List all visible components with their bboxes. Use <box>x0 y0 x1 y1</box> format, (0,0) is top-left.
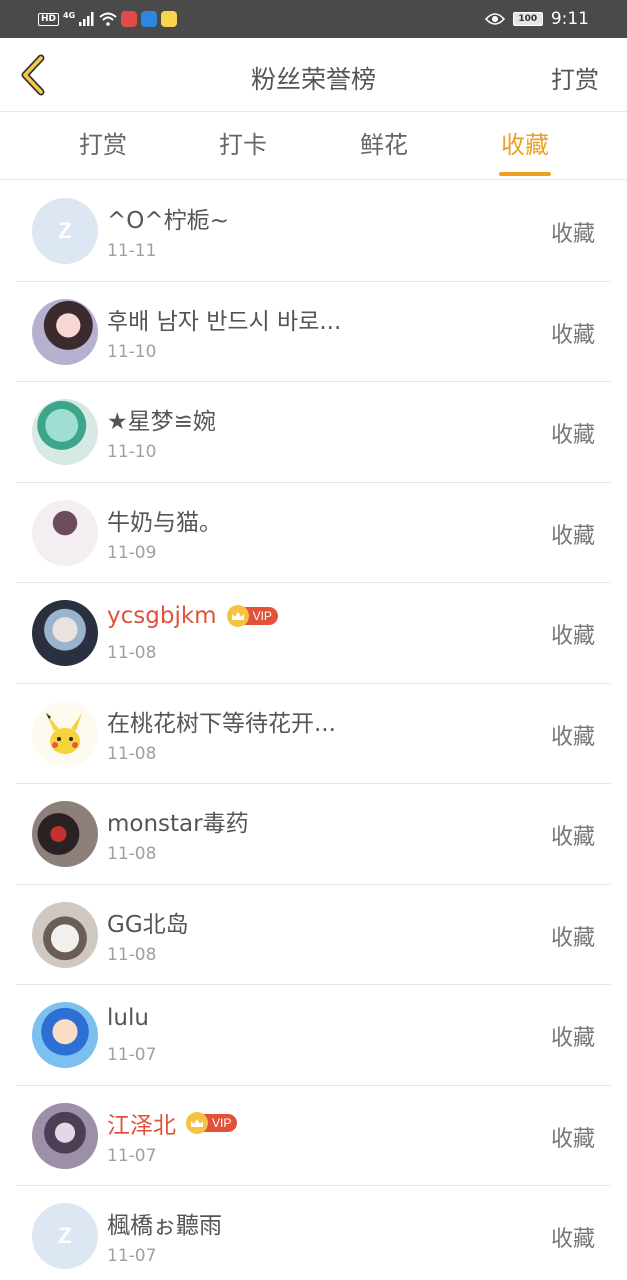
avatar <box>32 298 98 365</box>
app-notification-icon <box>121 11 138 27</box>
default-avatar-icon: Z <box>58 1223 72 1248</box>
list-item[interactable]: 牛奶与猫。 11-09 收藏 <box>16 483 611 583</box>
avatar: Z <box>32 198 98 264</box>
date: 11-08 <box>107 844 157 864</box>
tab-reward[interactable]: 打赏 <box>48 112 158 180</box>
user-name: monstar毒药 <box>107 811 249 837</box>
battery-icon: 100 <box>512 12 543 26</box>
action-label: 收藏 <box>550 1227 595 1252</box>
date: 11-11 <box>107 241 157 261</box>
avatar <box>32 600 98 666</box>
network-type: 4G <box>63 10 76 20</box>
status-left: HD 4G <box>38 10 178 28</box>
user-name: 楓橋ぉ聽雨 <box>107 1213 222 1239</box>
tab-flowers[interactable]: 鲜花 <box>329 112 439 180</box>
user-name: lulu <box>107 1005 149 1031</box>
action-label: 收藏 <box>550 423 595 448</box>
action-label: 收藏 <box>550 523 595 549</box>
action-label: 收藏 <box>550 825 595 850</box>
eye-icon <box>484 13 505 25</box>
date: 11-07 <box>107 1045 157 1065</box>
tab-label: 打赏 <box>79 131 127 159</box>
pikachu-avatar-icon <box>46 712 82 754</box>
action-label: 收藏 <box>550 1026 595 1051</box>
avatar <box>32 901 98 968</box>
user-name: ycsgbjkm VIP <box>107 603 278 629</box>
user-name: ★星梦≌婉 <box>107 409 216 435</box>
avatar <box>32 1102 98 1169</box>
tab-checkin[interactable]: 打卡 <box>188 112 298 180</box>
tab-active-indicator <box>499 172 551 176</box>
page-title: 粉丝荣誉榜 <box>250 65 376 94</box>
default-avatar-icon: Z <box>58 218 72 243</box>
date: 11-07 <box>107 1145 157 1166</box>
status-right: 100 9:11 <box>484 8 589 30</box>
user-name: 후배 남자 반드시 바로... <box>107 308 342 335</box>
avatar <box>32 801 98 867</box>
list-item[interactable]: lulu 11-07 收藏 <box>16 985 611 1086</box>
clock: 9:11 <box>550 9 589 29</box>
hd-indicator: HD <box>38 12 60 26</box>
date: 11-08 <box>107 743 157 764</box>
avatar <box>32 499 98 566</box>
reward-button[interactable]: 打赏 <box>551 60 599 95</box>
vip-badge: VIP <box>186 1111 238 1134</box>
action-label: 收藏 <box>550 624 595 649</box>
user-name: 江泽北 VIP <box>107 1106 238 1140</box>
list-item[interactable]: GG北岛 11-08 收藏 <box>16 885 611 985</box>
action-label: 收藏 <box>550 222 595 247</box>
tab-label: 打卡 <box>219 131 267 159</box>
vip-badge: VIP <box>226 605 278 627</box>
user-name: GG北岛 <box>107 911 189 938</box>
tab-bar: 打赏 打卡 鲜花 收藏 <box>0 112 627 180</box>
crown-icon <box>226 605 249 627</box>
signal-icon <box>79 12 94 26</box>
user-name: 在桃花树下等待花开... <box>107 710 336 737</box>
user-name: 牛奶与猫。 <box>107 509 222 536</box>
date: 11-10 <box>107 341 157 362</box>
date: 11-08 <box>107 944 157 965</box>
date: 11-07 <box>107 1246 157 1266</box>
list-item[interactable]: 在桃花树下等待花开... 11-08 收藏 <box>16 684 611 784</box>
list-item[interactable]: 후배 남자 반드시 바로... 11-10 收藏 <box>16 282 611 382</box>
list-item[interactable]: Z 楓橋ぉ聽雨 11-07 收藏 <box>16 1186 611 1280</box>
app-notification-icon <box>141 11 158 27</box>
date: 11-09 <box>107 542 157 563</box>
fan-list: Z ^O^柠栀~ 11-11 收藏 후배 남자 반드시 바로... 11-10 … <box>0 181 627 1280</box>
tab-label: 鲜花 <box>360 131 408 159</box>
app-notification-icon <box>161 11 178 27</box>
tab-label: 收藏 <box>501 131 549 159</box>
list-item[interactable]: ★星梦≌婉 11-10 收藏 <box>16 382 611 483</box>
avatar <box>32 1002 98 1068</box>
status-bar: HD 4G 100 9:11 <box>0 0 627 38</box>
list-item[interactable]: Z ^O^柠栀~ 11-11 收藏 <box>16 181 611 282</box>
avatar <box>32 399 98 465</box>
list-item[interactable]: ycsgbjkm VIP 11-08 收藏 <box>16 583 611 684</box>
list-item[interactable]: 江泽北 VIP 11-07 收藏 <box>16 1086 611 1186</box>
wifi-icon <box>99 12 117 26</box>
action-label: 收藏 <box>550 322 595 348</box>
date: 11-10 <box>107 442 157 462</box>
action-label: 收藏 <box>550 925 595 951</box>
avatar <box>32 700 98 767</box>
list-item[interactable]: monstar毒药 11-08 收藏 <box>16 784 611 885</box>
crown-icon <box>186 1111 208 1134</box>
action-label: 收藏 <box>550 1126 595 1152</box>
date: 11-08 <box>107 643 157 663</box>
action-label: 收藏 <box>550 724 595 750</box>
tab-favorites[interactable]: 收藏 <box>470 112 580 180</box>
user-name: ^O^柠栀~ <box>107 208 229 234</box>
app-header: 粉丝荣誉榜 打赏 <box>0 38 627 112</box>
avatar: Z <box>32 1203 98 1269</box>
